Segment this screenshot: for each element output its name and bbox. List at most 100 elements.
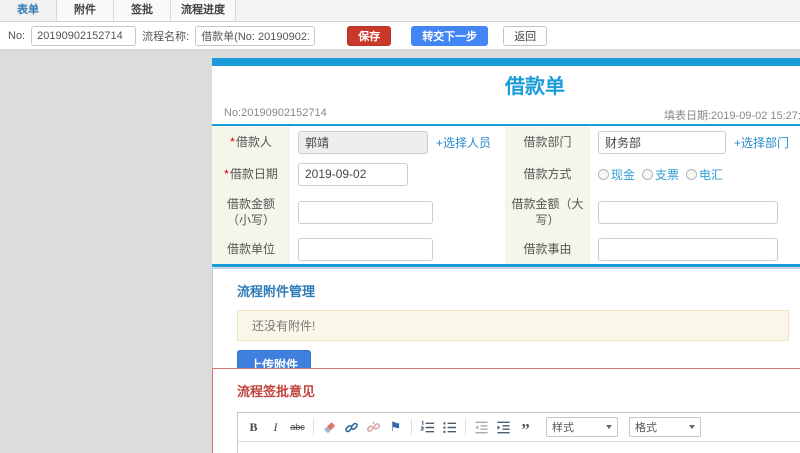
tab-progress[interactable]: 流程进度 — [171, 0, 236, 21]
form-meta-row: No:20190902152714 填表日期:2019-09-02 15:27:… — [224, 104, 800, 124]
department-input[interactable] — [598, 130, 726, 154]
tab-attachments[interactable]: 附件 — [57, 0, 114, 21]
amount-small-field — [290, 190, 505, 234]
amount-small-input[interactable] — [298, 200, 433, 224]
bold-icon[interactable]: B — [244, 418, 263, 437]
styles-dropdown-label: 样式 — [552, 422, 574, 434]
loan-method-field: 现金 支票 电汇 — [590, 158, 800, 190]
remove-format-icon[interactable] — [320, 418, 339, 437]
blockquote-icon[interactable]: ” — [516, 418, 535, 439]
department-label-text: 借款部门 — [523, 135, 572, 149]
tab-attachments-label: 附件 — [74, 4, 96, 16]
tab-progress-label: 流程进度 — [181, 4, 225, 16]
approval-panel: 流程签批意见 B I abc ⚑ ” 样式 格式 — [212, 368, 800, 453]
save-button[interactable]: 保存 — [347, 25, 392, 46]
form-top-accent-bar — [212, 58, 800, 66]
loan-date-label-text: 借款日期 — [229, 167, 278, 181]
bullet-list-icon[interactable] — [440, 418, 459, 437]
indent-icon[interactable] — [494, 418, 513, 437]
no-label: No: — [8, 29, 26, 42]
required-marker: * — [224, 167, 229, 181]
form-title: 借款单 — [505, 76, 565, 98]
format-dropdown-label: 格式 — [635, 422, 657, 434]
loan-reason-label-text: 借款事由 — [523, 242, 572, 256]
loan-method-label-text: 借款方式 — [523, 167, 572, 181]
flow-name-input[interactable] — [195, 25, 316, 46]
outdent-icon[interactable] — [472, 418, 491, 437]
radio-icon — [686, 168, 698, 180]
select-person-link[interactable]: +选择人员 — [436, 134, 491, 151]
radio-label-cash: 现金 — [611, 167, 636, 182]
editor-content-area[interactable] — [238, 442, 800, 453]
tab-bar: 表单 附件 签批 流程进度 — [0, 0, 800, 22]
radio-option-cheque[interactable]: 支票 — [642, 166, 679, 183]
amount-big-field — [590, 190, 800, 234]
form-no-text: No:20190902152714 — [224, 107, 327, 119]
loan-unit-label-text: 借款单位 — [226, 242, 275, 256]
borrower-field: +选择人员 — [290, 126, 505, 158]
form-bottom-accent-bar — [212, 264, 800, 267]
toolbar-separator — [313, 419, 314, 435]
radio-icon — [642, 168, 654, 180]
amount-small-label-text: 借款金额（小写） — [226, 197, 275, 227]
department-field: +选择部门 — [590, 126, 800, 158]
chevron-down-icon — [689, 425, 695, 429]
tab-form-label: 表单 — [17, 4, 39, 16]
loan-unit-field — [290, 234, 505, 264]
radio-icon — [598, 168, 609, 180]
tab-approval-label: 签批 — [131, 4, 153, 16]
flow-name-label: 流程名称: — [142, 30, 190, 43]
amount-big-label-text: 借款金额（大写） — [511, 197, 584, 227]
loan-date-field — [290, 158, 505, 190]
command-bar: No: 流程名称: 保存 转交下一步 返回 — [0, 22, 800, 50]
amount-big-label: 借款金额（大写） — [505, 190, 590, 234]
numbered-list-icon[interactable] — [418, 418, 437, 437]
amount-big-input[interactable] — [598, 200, 778, 224]
tab-approval[interactable]: 签批 — [114, 0, 171, 21]
content-area: 借款单 No:20190902152714 填表日期:2019-09-02 15… — [0, 50, 800, 453]
toolbar-separator — [411, 419, 412, 435]
loan-reason-field — [590, 234, 800, 264]
anchor-icon[interactable]: ⚑ — [386, 418, 405, 437]
no-attachment-notice: 还没有附件! — [237, 310, 789, 341]
amount-small-label: 借款金额（小写） — [212, 190, 290, 234]
loan-method-label: 借款方式 — [505, 158, 590, 190]
approval-panel-header: 流程签批意见 — [237, 384, 316, 399]
required-marker: * — [230, 135, 235, 149]
radio-label-wire: 电汇 — [699, 167, 724, 182]
radio-option-cash[interactable]: 现金 — [598, 166, 635, 183]
rich-text-editor: B I abc ⚑ ” 样式 格式 — [237, 412, 800, 453]
borrower-label: *借款人 — [212, 126, 290, 158]
borrower-label-text: 借款人 — [235, 135, 272, 149]
form-fields-grid: *借款人 +选择人员 借款部门 +选择部门 *借款日期 借款方式 现金 支票 电… — [212, 126, 800, 264]
radio-label-cheque: 支票 — [655, 167, 680, 182]
attachment-panel-header: 流程附件管理 — [237, 284, 316, 299]
chevron-down-icon — [606, 425, 612, 429]
select-department-link[interactable]: +选择部门 — [734, 134, 789, 151]
loan-unit-input[interactable] — [298, 237, 433, 261]
radio-option-wire[interactable]: 电汇 — [686, 166, 723, 183]
form-header: 借款单 No:20190902152714 填表日期:2019-09-02 15… — [212, 66, 800, 126]
back-button[interactable]: 返回 — [503, 25, 548, 46]
loan-form-card: 借款单 No:20190902152714 填表日期:2019-09-02 15… — [212, 58, 800, 267]
format-dropdown[interactable]: 格式 — [629, 417, 701, 437]
forward-next-step-button[interactable]: 转交下一步 — [411, 25, 489, 46]
loan-date-input[interactable] — [298, 162, 408, 186]
loan-unit-label: 借款单位 — [212, 234, 290, 264]
italic-icon[interactable]: I — [266, 418, 285, 437]
loan-reason-input[interactable] — [598, 237, 778, 261]
strikethrough-icon[interactable]: abc — [288, 418, 307, 437]
tab-form[interactable]: 表单 — [0, 0, 57, 21]
styles-dropdown[interactable]: 样式 — [546, 417, 618, 437]
toolbar-separator — [465, 419, 466, 435]
unlink-icon[interactable] — [364, 418, 383, 437]
borrower-input[interactable] — [298, 130, 428, 154]
link-icon[interactable] — [342, 418, 361, 437]
department-label: 借款部门 — [505, 126, 590, 158]
loan-date-label: *借款日期 — [212, 158, 290, 190]
editor-toolbar: B I abc ⚑ ” 样式 格式 — [238, 413, 800, 442]
loan-method-radio-group: 现金 支票 电汇 — [598, 166, 723, 183]
form-date-text: 填表日期:2019-09-02 15:27:1 — [664, 110, 800, 122]
no-input[interactable] — [31, 25, 137, 46]
loan-reason-label: 借款事由 — [505, 234, 590, 264]
